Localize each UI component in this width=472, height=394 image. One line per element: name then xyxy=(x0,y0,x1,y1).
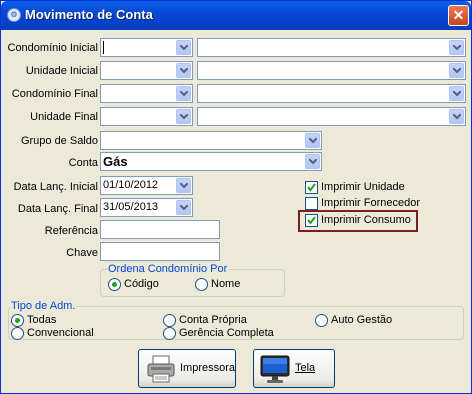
chevron-down-icon[interactable] xyxy=(176,178,191,193)
data-final-picker[interactable]: 31/05/2013 xyxy=(100,198,193,217)
tela-label: Tela xyxy=(295,362,316,374)
imprimir-unidade-checkbox[interactable] xyxy=(305,181,318,194)
ordena-nome-label[interactable]: Nome xyxy=(211,278,240,291)
title-bar[interactable]: ⚙ Movimento de Conta ✕ xyxy=(1,1,471,30)
chevron-down-icon[interactable] xyxy=(176,86,191,101)
ordena-codigo-radio[interactable] xyxy=(108,278,121,291)
unidade-inicial-code-combo[interactable] xyxy=(100,61,193,80)
ordena-nome-radio[interactable] xyxy=(195,278,208,291)
text-caret xyxy=(103,41,104,54)
radio-dot xyxy=(15,318,20,323)
conta-combo[interactable]: Gás xyxy=(100,152,322,171)
tipo-gerencia-completa-label[interactable]: Gerência Completa xyxy=(179,327,274,340)
tipo-conta-propria-radio[interactable] xyxy=(163,314,176,327)
imprimir-fornecedor-label[interactable]: Imprimir Fornecedor xyxy=(321,197,420,210)
condominio-inicial-code-combo[interactable] xyxy=(100,38,193,57)
tipo-conta-propria-label[interactable]: Conta Própria xyxy=(179,314,247,327)
chevron-down-icon[interactable] xyxy=(305,133,320,148)
condominio-final-label: Condomínio Final xyxy=(11,88,98,100)
tipo-gerencia-completa-radio[interactable] xyxy=(163,327,176,340)
impressora-button[interactable]: Impressora xyxy=(138,349,236,388)
unidade-final-code-combo[interactable] xyxy=(100,107,193,126)
imprimir-consumo-checkbox[interactable] xyxy=(305,214,318,227)
chevron-down-icon[interactable] xyxy=(449,40,464,55)
tipo-todas-label[interactable]: Todas xyxy=(27,314,56,327)
radio-dot xyxy=(112,282,117,287)
referencia-label: Referência xyxy=(44,225,98,237)
checkmark-icon xyxy=(307,216,316,225)
chevron-down-icon[interactable] xyxy=(449,109,464,124)
chevron-down-icon[interactable] xyxy=(176,40,191,55)
window-title: Movimento de Conta xyxy=(25,7,153,22)
condominio-final-name-combo[interactable] xyxy=(197,84,466,103)
data-inicial-picker[interactable]: 01/10/2012 xyxy=(100,176,193,195)
unidade-inicial-label: Unidade Inicial xyxy=(25,65,98,77)
imprimir-fornecedor-checkbox[interactable] xyxy=(305,197,318,210)
condominio-inicial-label: Condomínio Inicial xyxy=(7,42,99,54)
tipo-adm-group-title: Tipo de Adm. xyxy=(10,300,77,312)
conta-value: Gás xyxy=(103,154,128,169)
grupo-saldo-combo[interactable] xyxy=(100,131,322,150)
tipo-convencional-radio[interactable] xyxy=(11,327,24,340)
referencia-input[interactable] xyxy=(100,220,220,239)
chevron-down-icon[interactable] xyxy=(176,109,191,124)
impressora-label: Impressora xyxy=(180,362,236,374)
dialog-body: Condomínio Inicial Unidade Inicial Condo… xyxy=(4,30,468,392)
printer-icon xyxy=(147,355,175,383)
data-final-value: 31/05/2013 xyxy=(103,201,159,213)
tipo-convencional-label[interactable]: Convencional xyxy=(27,327,94,340)
tipo-todas-radio[interactable] xyxy=(11,314,24,327)
unidade-inicial-name-combo[interactable] xyxy=(197,61,466,80)
condominio-inicial-name-combo[interactable] xyxy=(197,38,466,57)
imprimir-consumo-label[interactable]: Imprimir Consumo xyxy=(321,214,411,227)
data-inicial-value: 01/10/2012 xyxy=(103,179,159,191)
chevron-down-icon[interactable] xyxy=(176,200,191,215)
conta-label: Conta xyxy=(68,157,98,169)
tela-button[interactable]: Tela xyxy=(253,349,335,388)
tipo-auto-gestao-label[interactable]: Auto Gestão xyxy=(331,314,392,327)
imprimir-unidade-label[interactable]: Imprimir Unidade xyxy=(321,181,405,194)
unidade-final-name-combo[interactable] xyxy=(197,107,466,126)
chevron-down-icon[interactable] xyxy=(449,86,464,101)
condominio-final-code-combo[interactable] xyxy=(100,84,193,103)
unidade-final-label: Unidade Final xyxy=(30,111,98,123)
app-icon: ⚙ xyxy=(7,8,21,22)
chevron-down-icon[interactable] xyxy=(305,154,320,169)
data-final-label: Data Lanç. Final xyxy=(17,203,98,215)
tipo-auto-gestao-radio[interactable] xyxy=(315,314,328,327)
chevron-down-icon[interactable] xyxy=(449,63,464,78)
grupo-saldo-label: Grupo de Saldo xyxy=(20,135,98,147)
checkmark-icon xyxy=(307,183,316,192)
dialog-window: ⚙ Movimento de Conta ✕ Condomínio Inicia… xyxy=(0,0,472,394)
chave-label: Chave xyxy=(66,247,98,259)
close-button[interactable]: ✕ xyxy=(448,5,469,26)
data-inicial-label: Data Lanç. Inicial xyxy=(13,181,98,193)
chave-input[interactable] xyxy=(100,242,220,261)
chevron-down-icon[interactable] xyxy=(176,63,191,78)
ordena-group-title: Ordena Condomínio Por xyxy=(107,263,229,275)
ordena-codigo-label[interactable]: Código xyxy=(124,278,159,291)
monitor-icon xyxy=(260,355,290,383)
